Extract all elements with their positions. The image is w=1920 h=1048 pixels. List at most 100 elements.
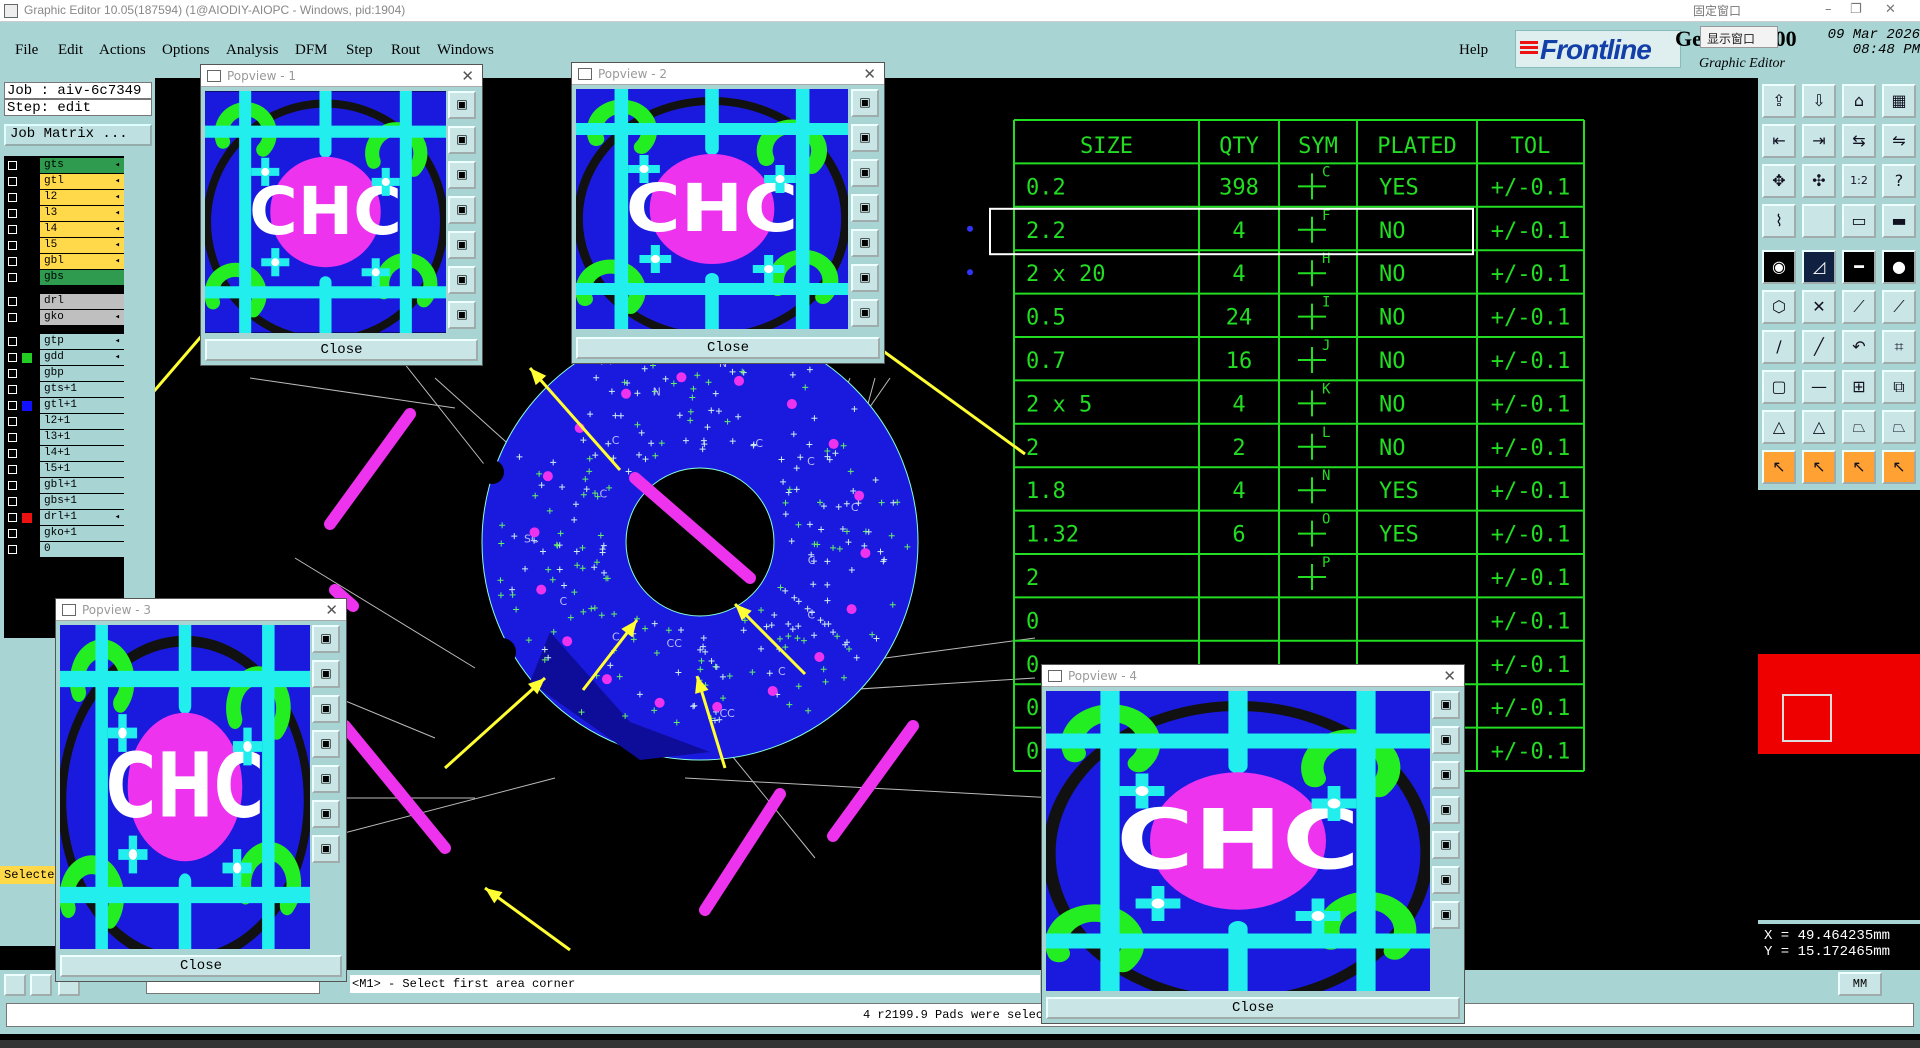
close-window-icon[interactable]: ✕: [1885, 2, 1896, 17]
layer-checkbox[interactable]: [8, 177, 17, 186]
layer-checkbox[interactable]: [8, 513, 17, 522]
save-view-icon[interactable]: ▣: [851, 159, 879, 187]
popview-title-bar[interactable]: Popview - 1 ✕: [201, 65, 482, 87]
save-icon[interactable]: ⇩: [1802, 84, 1836, 118]
fit-icon[interactable]: ▣: [1432, 866, 1460, 894]
layer-checkbox[interactable]: [8, 449, 17, 458]
layer-checkbox[interactable]: [8, 465, 17, 474]
zoom-fit-icon[interactable]: ✥: [1762, 164, 1796, 198]
ruler-icon[interactable]: ━: [1842, 250, 1876, 284]
zoom-in-icon[interactable]: ▣: [851, 89, 879, 117]
layer-color-swatch[interactable]: [22, 353, 32, 363]
popview-close-icon[interactable]: ✕: [325, 601, 338, 619]
minus-icon[interactable]: —: [1802, 370, 1836, 404]
arrow-right-icon[interactable]: ⇥: [1802, 124, 1836, 158]
measure-alt-icon[interactable]: ▬: [1882, 204, 1916, 238]
center-icon[interactable]: ▣: [448, 301, 476, 329]
zoom-out-icon[interactable]: ▣: [448, 126, 476, 154]
layer-checkbox[interactable]: [8, 433, 17, 442]
link-alt-icon[interactable]: ⟋: [1882, 290, 1916, 324]
dot-icon[interactable]: ●: [1882, 250, 1916, 284]
camera-icon[interactable]: ◉: [1762, 250, 1796, 284]
popview-title-bar[interactable]: Popview - 2 ✕: [572, 63, 884, 85]
popview-title-bar[interactable]: Popview - 3 ✕: [56, 599, 346, 621]
layer-row[interactable]: gbs: [4, 270, 124, 286]
center-icon[interactable]: ▣: [1432, 901, 1460, 929]
layer-row[interactable]: drl+1 ◂: [4, 510, 124, 526]
layer-checkbox[interactable]: [8, 225, 17, 234]
pointer-outline-icon[interactable]: ↖: [1842, 450, 1876, 484]
cross-icon[interactable]: ✕: [1802, 290, 1836, 324]
zoom-in-icon[interactable]: ▣: [448, 91, 476, 119]
popview-4[interactable]: Popview - 4 ✕ CHC ▣ ▣ ▣ ▣ ▣ ▣ ▣ Close: [1041, 664, 1465, 1024]
trapezoid-icon[interactable]: ⏢: [1842, 410, 1876, 444]
layer-row[interactable]: l3 ◂: [4, 206, 124, 222]
split-icon[interactable]: ⇋: [1882, 124, 1916, 158]
layer-row[interactable]: gtl ◂: [4, 174, 124, 190]
route-icon[interactable]: ⌗: [1882, 330, 1916, 364]
save-view-icon[interactable]: ▣: [312, 695, 340, 723]
house-icon[interactable]: ⌂: [1842, 84, 1876, 118]
pan-right-icon[interactable]: ▣: [851, 229, 879, 257]
layer-checkbox[interactable]: [8, 401, 17, 410]
popview-close-icon[interactable]: ✕: [863, 65, 876, 83]
popview-close-button[interactable]: Close: [576, 337, 880, 359]
node-icon[interactable]: ⬡: [1762, 290, 1796, 324]
popview-3[interactable]: Popview - 3 ✕ CHC ▣ ▣ ▣ ▣ ▣ ▣ ▣ Close: [55, 598, 347, 982]
units-toggle[interactable]: MM: [1838, 972, 1882, 996]
pan-right-icon[interactable]: ▣: [448, 231, 476, 259]
layer-row[interactable]: gtp ◂: [4, 334, 124, 350]
zoom-in-icon[interactable]: ▣: [1432, 691, 1460, 719]
layer-row[interactable]: l3+1: [4, 430, 124, 446]
menu-step[interactable]: Step: [346, 42, 373, 59]
arrow-left-icon[interactable]: ⇤: [1762, 124, 1796, 158]
layer-row[interactable]: gts+1: [4, 382, 124, 398]
layer-row[interactable]: l4 ◂: [4, 222, 124, 238]
layer-checkbox[interactable]: [8, 337, 17, 346]
job-matrix-button[interactable]: Job Matrix ...: [4, 124, 152, 146]
layer-row[interactable]: gts ◂: [4, 158, 124, 174]
layer-checkbox[interactable]: [8, 297, 17, 306]
pointer-multi-icon[interactable]: ↖: [1882, 450, 1916, 484]
snap-icon[interactable]: ⌇: [1762, 204, 1796, 238]
layer-row[interactable]: l2+1: [4, 414, 124, 430]
blank-icon[interactable]: [1802, 204, 1836, 238]
bracket-icon[interactable]: ⊞: [1842, 370, 1876, 404]
popview-close-icon[interactable]: ✕: [461, 67, 474, 85]
arc-icon[interactable]: ↶: [1842, 330, 1876, 364]
pan-left-icon[interactable]: ▣: [1432, 796, 1460, 824]
fit-icon[interactable]: ▣: [448, 266, 476, 294]
fit-icon[interactable]: ▣: [312, 800, 340, 828]
link-icon[interactable]: ⟋: [1842, 290, 1876, 324]
layer-checkbox[interactable]: [8, 481, 17, 490]
minimize-icon[interactable]: –: [1825, 2, 1832, 17]
layer-checkbox[interactable]: [8, 193, 17, 202]
layer-checkbox[interactable]: [8, 161, 17, 170]
menu-analysis[interactable]: Analysis: [226, 42, 279, 59]
layer-row[interactable]: gtl+1: [4, 398, 124, 414]
layer-row[interactable]: gbp: [4, 366, 124, 382]
menu-file[interactable]: File: [15, 42, 38, 59]
pen-icon[interactable]: ╱: [1802, 330, 1836, 364]
grid-icon[interactable]: ▦: [1882, 84, 1916, 118]
layer-checkbox[interactable]: [8, 241, 17, 250]
layer-row[interactable]: drl: [4, 294, 124, 310]
layer-row[interactable]: l5+1: [4, 462, 124, 478]
layer-row[interactable]: gdd ◂: [4, 350, 124, 366]
layer-color-swatch[interactable]: [22, 401, 32, 411]
zoom-in-icon[interactable]: ▣: [312, 625, 340, 653]
rect-icon[interactable]: ▢: [1762, 370, 1796, 404]
home-icon[interactable]: ⇪: [1762, 84, 1796, 118]
triangle-alt-icon[interactable]: △: [1802, 410, 1836, 444]
layer-checkbox[interactable]: [8, 417, 17, 426]
measure-icon[interactable]: ▭: [1842, 204, 1876, 238]
layer-checkbox[interactable]: [8, 353, 17, 362]
layer-checkbox[interactable]: [8, 545, 17, 554]
restore-icon[interactable]: ❐: [1850, 2, 1862, 17]
mode-select-icon[interactable]: [4, 974, 26, 996]
layer-checkbox[interactable]: [8, 497, 17, 506]
line-icon[interactable]: ∕: [1762, 330, 1796, 364]
pointer-icon[interactable]: ↖: [1762, 450, 1796, 484]
swap-icon[interactable]: ⇆: [1842, 124, 1876, 158]
zoom-window-icon[interactable]: ✣: [1802, 164, 1836, 198]
